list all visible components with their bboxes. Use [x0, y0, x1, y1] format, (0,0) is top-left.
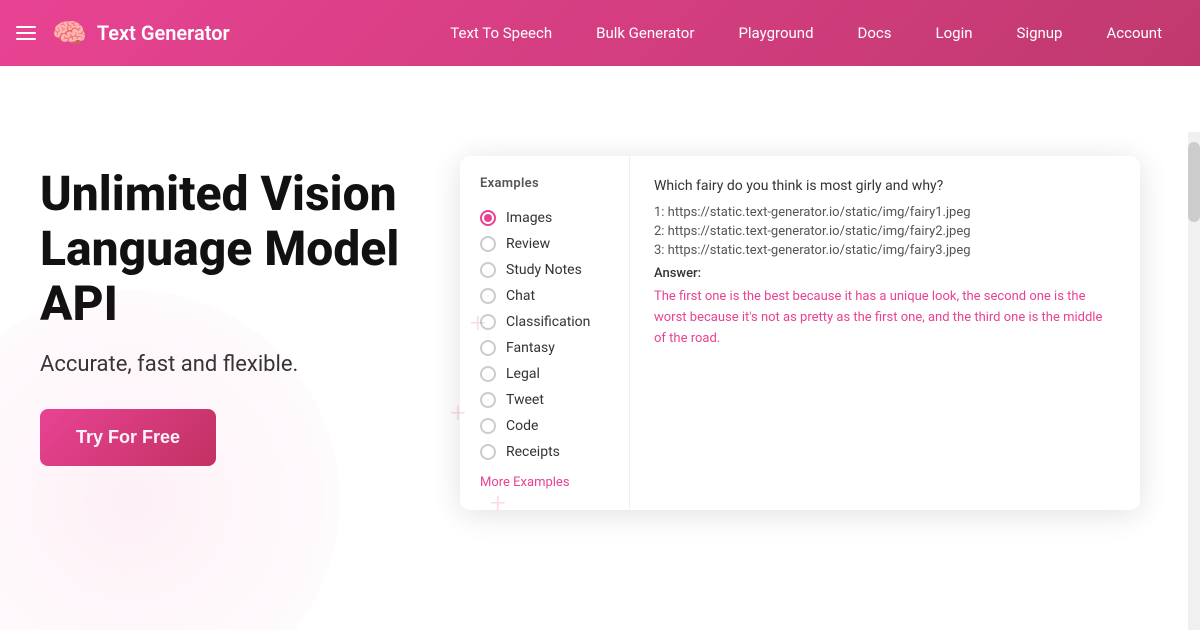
- nav-brand: 🧠 Text Generator: [16, 17, 230, 50]
- example-item-receipts[interactable]: Receipts: [480, 439, 609, 465]
- hero-subtitle: Accurate, fast and flexible.: [40, 352, 420, 377]
- hero-title: Unlimited Vision Language Model API: [40, 166, 420, 332]
- nav-link-text-to-speech[interactable]: Text To Speech: [428, 0, 574, 66]
- hero-text: Unlimited Vision Language Model API Accu…: [40, 146, 420, 466]
- example-label-images: Images: [506, 210, 552, 226]
- nav-link-bulk-generator[interactable]: Bulk Generator: [574, 0, 716, 66]
- nav-link-docs[interactable]: Docs: [836, 0, 914, 66]
- content-answer: The first one is the best because it has…: [654, 287, 1116, 349]
- example-item-fantasy[interactable]: Fantasy: [480, 335, 609, 361]
- radio-images[interactable]: [480, 210, 496, 226]
- example-label-classification: Classification: [506, 314, 590, 330]
- brand-name: Text Generator: [97, 21, 230, 45]
- brain-icon: 🧠: [52, 17, 87, 50]
- navbar: 🧠 Text Generator Text To Speech Bulk Gen…: [0, 0, 1200, 66]
- nav-link-signup[interactable]: Signup: [995, 0, 1085, 66]
- example-item-chat[interactable]: Chat: [480, 283, 609, 309]
- example-item-tweet[interactable]: Tweet: [480, 387, 609, 413]
- example-label-code: Code: [506, 418, 538, 434]
- radio-tweet[interactable]: [480, 392, 496, 408]
- more-examples-link[interactable]: More Examples: [480, 475, 609, 490]
- example-label-tweet: Tweet: [506, 392, 544, 408]
- radio-code[interactable]: [480, 418, 496, 434]
- nav-link-playground[interactable]: Playground: [716, 0, 835, 66]
- examples-card: Examples Images Review Study Notes Chat …: [460, 156, 1140, 510]
- examples-content: Which fairy do you think is most girly a…: [630, 156, 1140, 510]
- hamburger-icon[interactable]: [16, 26, 36, 40]
- radio-study-notes[interactable]: [480, 262, 496, 278]
- example-label-study-notes: Study Notes: [506, 262, 582, 278]
- example-item-study-notes[interactable]: Study Notes: [480, 257, 609, 283]
- examples-list: Examples Images Review Study Notes Chat …: [460, 156, 630, 510]
- example-item-review[interactable]: Review: [480, 231, 609, 257]
- example-label-legal: Legal: [506, 366, 540, 382]
- scrollbar-track[interactable]: [1188, 132, 1200, 630]
- nav-link-login[interactable]: Login: [914, 0, 995, 66]
- nav-links: Text To Speech Bulk Generator Playground…: [428, 0, 1184, 66]
- radio-review[interactable]: [480, 236, 496, 252]
- example-label-fantasy: Fantasy: [506, 340, 555, 356]
- example-item-classification[interactable]: Classification: [480, 309, 609, 335]
- examples-heading: Examples: [480, 176, 609, 191]
- content-url-1: 1: https://static.text-generator.io/stat…: [654, 205, 1116, 220]
- content-prompt: Which fairy do you think is most girly a…: [654, 176, 1116, 197]
- example-item-legal[interactable]: Legal: [480, 361, 609, 387]
- radio-receipts[interactable]: [480, 444, 496, 460]
- content-answer-label: Answer:: [654, 266, 1116, 281]
- nav-link-account[interactable]: Account: [1084, 0, 1184, 66]
- hero-section: + + + Unlimited Vision Language Model AP…: [0, 66, 1200, 630]
- example-label-chat: Chat: [506, 288, 535, 304]
- example-label-review: Review: [506, 236, 550, 252]
- scrollbar-thumb[interactable]: [1188, 142, 1200, 222]
- example-item-images[interactable]: Images: [480, 205, 609, 231]
- content-url-3: 3: https://static.text-generator.io/stat…: [654, 243, 1116, 258]
- radio-fantasy[interactable]: [480, 340, 496, 356]
- radio-chat[interactable]: [480, 288, 496, 304]
- content-url-2: 2: https://static.text-generator.io/stat…: [654, 224, 1116, 239]
- try-for-free-button[interactable]: Try For Free: [40, 409, 216, 466]
- example-item-code[interactable]: Code: [480, 413, 609, 439]
- radio-classification[interactable]: [480, 314, 496, 330]
- radio-legal[interactable]: [480, 366, 496, 382]
- example-label-receipts: Receipts: [506, 444, 560, 460]
